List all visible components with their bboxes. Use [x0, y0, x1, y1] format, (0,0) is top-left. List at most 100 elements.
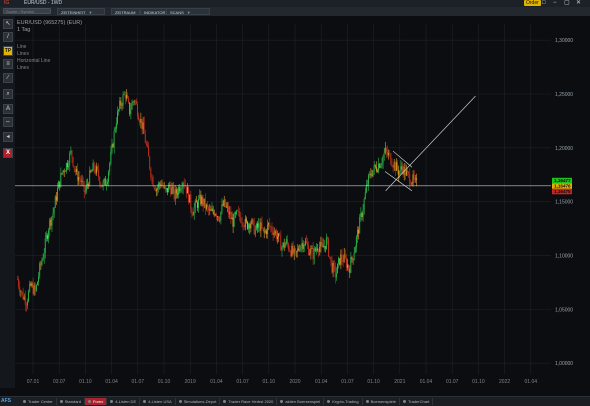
cursor-tool-icon[interactable]: ↖ [3, 19, 13, 29]
candle-body [113, 130, 115, 148]
workspace-tab[interactable]: Boersenspiele [363, 398, 400, 405]
candle-body [288, 243, 289, 250]
candle-body [80, 178, 82, 182]
candle-body [152, 177, 154, 186]
candle-body [68, 165, 69, 168]
tab-dot-icon [365, 400, 369, 404]
candle-body [134, 101, 136, 102]
candle-body [145, 142, 147, 145]
candle-body [197, 202, 198, 208]
candle-body [271, 226, 273, 232]
workspace-tab[interactable]: TraderChart [400, 398, 434, 405]
workspace-tab[interactable]: 4-Listen USA [140, 398, 176, 405]
candle-body [190, 194, 192, 209]
candle-body [73, 166, 75, 169]
candle-body [24, 296, 26, 305]
candle-body [183, 182, 185, 186]
candle-body [238, 211, 239, 212]
candle-body [22, 292, 24, 300]
candle-body [278, 233, 279, 237]
candle-body [55, 196, 57, 201]
candle-body [279, 233, 281, 236]
candle-body [239, 211, 241, 217]
menu-zeiteinheit[interactable]: ZEITEINHEIT ▼ [57, 8, 105, 15]
candle-body [90, 170, 92, 172]
minimize-icon[interactable]: − [553, 0, 557, 7]
candle-body [132, 101, 134, 103]
candle-body [187, 187, 188, 194]
candle-body [348, 264, 349, 270]
drawing-item[interactable]: Lines [17, 51, 50, 58]
workspace-tab[interactable]: Standard [57, 398, 85, 405]
candle-body [284, 243, 286, 248]
delete-tool-icon[interactable]: X [3, 148, 13, 158]
candle-body [142, 122, 144, 130]
menu-scans[interactable]: SCANS ▼ [166, 8, 210, 15]
close-icon[interactable]: ✕ [576, 0, 581, 7]
candle-body [61, 172, 63, 174]
candle-body [58, 181, 59, 189]
drawing-item[interactable]: Line [17, 44, 50, 51]
candle-body [109, 163, 111, 172]
workspace-tab[interactable]: Simulations-Depot [176, 398, 221, 405]
fib-tool-icon[interactable]: ≡ [3, 59, 13, 69]
workspace-tab[interactable]: Trader Race Herbst 2020 [220, 398, 278, 405]
candle-body [89, 170, 91, 186]
candle-body [253, 220, 255, 235]
workspace-tab[interactable]: Forex [84, 398, 108, 405]
candle-body [191, 208, 193, 215]
candle-body [392, 166, 394, 168]
candle-body [92, 162, 94, 172]
candle-body [133, 101, 135, 102]
candle-body [320, 242, 322, 247]
candle-body [337, 263, 338, 274]
candle-body [181, 188, 183, 190]
measure-tool-icon[interactable]: ⇔ [3, 117, 13, 127]
line-tool-icon[interactable]: / [3, 32, 13, 42]
price-chart[interactable]: 07.01 03.07 01.10 01.04 01.07 01.10 2019 01.04 0… [15, 16, 590, 388]
candle-body [130, 109, 132, 115]
candle-body [34, 285, 36, 291]
workspace-tab[interactable]: 4-Listen DE [107, 398, 141, 405]
candle-body [54, 196, 56, 208]
candle-body [37, 281, 38, 286]
candle-body [39, 263, 41, 277]
candle-body [115, 123, 117, 129]
chart-canvas[interactable]: 07.01 03.07 01.10 01.04 01.07 01.10 2019 01.04 0… [15, 16, 590, 388]
candle-body [47, 235, 48, 239]
time-tick-label: 01.04 [420, 379, 433, 385]
text-tool-icon[interactable]: A [3, 104, 13, 114]
candle-body [261, 222, 263, 228]
parallel-tool-icon[interactable]: ∕ [3, 73, 13, 83]
candle-body [281, 247, 283, 251]
tp-tool-icon[interactable]: TP [3, 46, 13, 56]
candle-body [205, 204, 207, 209]
tab-label: Simulations-Depot [183, 399, 217, 404]
candle-body [177, 193, 178, 195]
tab-label: Boersenspiele [370, 399, 396, 404]
candle-body [275, 231, 277, 239]
order-button[interactable]: Order [524, 0, 541, 6]
candle-body [232, 217, 234, 227]
workspace-tab[interactable]: Krypto-Trading [324, 398, 363, 405]
candle-body [171, 187, 173, 195]
sound-tool-icon[interactable]: ◂ [3, 132, 13, 142]
candle-body [333, 262, 335, 267]
candle-body [99, 176, 101, 185]
symbol-search-input[interactable]: Suche / Symbol eingeben [3, 8, 51, 20]
workspace-tab[interactable]: aktien Boersenspiel [277, 398, 325, 405]
drawing-item[interactable]: Horizontal Line [17, 58, 50, 65]
candle-body [358, 229, 359, 234]
candle-body [213, 211, 215, 216]
candle-body [301, 243, 303, 247]
drawing-item[interactable]: Lines [17, 65, 50, 72]
candle-body [102, 182, 104, 187]
restore-icon[interactable]: □ [542, 0, 546, 7]
zoom-tool-icon[interactable]: ⌕ [3, 89, 13, 99]
maximize-icon[interactable]: ▢ [564, 0, 570, 7]
candle-body [200, 194, 202, 205]
candle-body [400, 166, 402, 171]
workspace-tab[interactable]: Trader Center [20, 398, 57, 405]
candle-body [393, 162, 395, 168]
candle-body [189, 194, 191, 203]
